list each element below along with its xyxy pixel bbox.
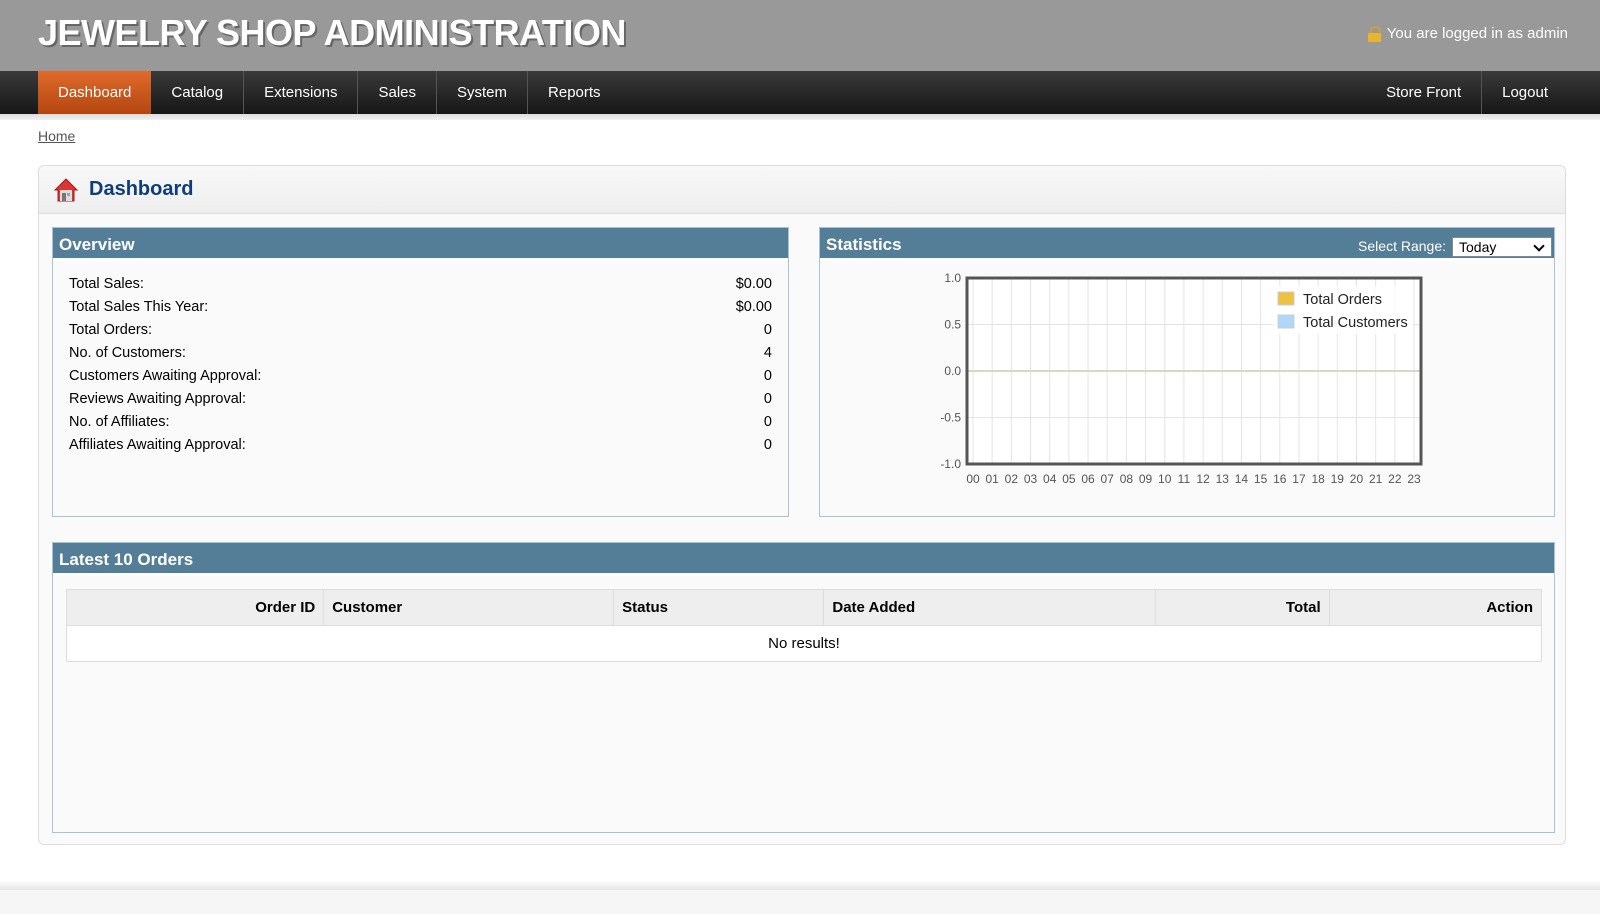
x-tick-label: 23 — [1407, 472, 1421, 486]
column-header[interactable]: Customer — [323, 589, 615, 626]
x-tick-label: 07 — [1101, 472, 1115, 486]
overview-label: Affiliates Awaiting Approval: — [69, 437, 246, 453]
x-tick-label: 08 — [1120, 472, 1134, 486]
overview-label: No. of Customers: — [69, 345, 186, 361]
overview-value: 0 — [763, 322, 772, 338]
nav-extensions[interactable]: Extensions — [244, 71, 359, 114]
nav-sales[interactable]: Sales — [358, 71, 437, 114]
x-tick-label: 17 — [1292, 472, 1306, 486]
overview-value: $0.00 — [735, 299, 772, 315]
x-tick-label: 03 — [1024, 472, 1038, 486]
nav-catalog[interactable]: Catalog — [151, 71, 245, 114]
x-tick-label: 13 — [1216, 472, 1230, 486]
app-title: JEWELRY SHOP ADMINISTRATION — [38, 12, 626, 53]
x-tick-label: 21 — [1369, 472, 1383, 486]
x-tick-label: 01 — [985, 472, 999, 486]
overview-row: Total Orders: 0 — [53, 319, 788, 342]
overview-label: Total Sales: — [69, 276, 144, 292]
overview-label: Customers Awaiting Approval: — [69, 368, 262, 384]
x-tick-label: 14 — [1235, 472, 1249, 486]
x-tick-label: 05 — [1062, 472, 1076, 486]
column-header[interactable]: Date Added — [823, 589, 1157, 626]
x-tick-label: 12 — [1196, 472, 1210, 486]
x-tick-label: 11 — [1178, 472, 1191, 486]
orders-title: Latest 10 Orders — [53, 543, 1554, 576]
statistics-panel: Statistics Select Range: Today 00 01 02 03 04… — [819, 227, 1555, 517]
main-nav: Dashboard Catalog Extensions Sales Syste… — [0, 71, 1600, 114]
x-tick-label: 22 — [1388, 472, 1402, 486]
nav-reports[interactable]: Reports — [528, 71, 621, 114]
overview-value: $0.00 — [735, 276, 772, 292]
overview-label: Reviews Awaiting Approval: — [69, 391, 247, 407]
legend: Total Orders Total Customers — [1273, 286, 1413, 334]
y-tick-label: -0.5 — [940, 411, 961, 425]
header: JEWELRY SHOP ADMINISTRATION You are logg… — [0, 0, 1600, 71]
nav-system[interactable]: System — [437, 71, 529, 114]
column-header[interactable]: Status — [613, 589, 825, 626]
x-tick-label: 00 — [966, 472, 980, 486]
no-results: No results! — [66, 625, 1542, 662]
nav-dashboard[interactable]: Dashboard — [38, 71, 152, 114]
lock-icon — [1367, 25, 1381, 42]
column-header[interactable]: Action — [1328, 589, 1543, 626]
x-tick-label: 09 — [1139, 472, 1153, 486]
overview-row: Customers Awaiting Approval: 0 — [53, 365, 788, 388]
legend-label: Total Customers — [1303, 315, 1408, 331]
dashboard-box: Dashboard Overview Total Sales: $0.00 Tota… — [38, 165, 1566, 845]
y-tick-label: 0.5 — [944, 318, 961, 332]
overview-row: Total Sales: $0.00 — [53, 273, 788, 296]
x-tick-label: 15 — [1254, 472, 1268, 486]
overview-panel: Overview Total Sales: $0.00 Total Sales Th… — [52, 227, 789, 517]
overview-row: Reviews Awaiting Approval: 0 — [53, 388, 788, 411]
statistics-chart: 00 01 02 03 04 05 06 07 08 09 10 11 12 13 14 15 16 17 18 19… — [940, 271, 1423, 486]
nav-store-front[interactable]: Store Front — [1366, 71, 1483, 114]
overview-value: 0 — [763, 391, 772, 407]
range-label: Select Range: — [1358, 238, 1446, 254]
login-text: You are logged in as admin — [1386, 25, 1568, 42]
column-header[interactable]: Total — [1155, 589, 1330, 626]
x-tick-label: 06 — [1081, 472, 1095, 486]
range-select[interactable]: Today — [1452, 236, 1552, 257]
legend-label: Total Orders — [1303, 292, 1382, 308]
overview-row: No. of Affiliates: 0 — [53, 411, 788, 434]
nav-logout[interactable]: Logout — [1482, 71, 1568, 114]
overview-row: No. of Customers: 4 — [53, 342, 788, 365]
breadcrumb-home[interactable]: Home — [38, 128, 75, 144]
home-icon — [53, 177, 79, 201]
column-header[interactable]: Order ID — [65, 589, 325, 626]
content: Home Dashboard Overview Total Sales: $0.0… — [0, 120, 1600, 880]
x-tick-label: 16 — [1273, 472, 1287, 486]
overview-value: 0 — [763, 437, 772, 453]
orders-panel: Latest 10 Orders Order ID Customer Status D… — [52, 542, 1555, 833]
overview-value: 0 — [763, 414, 772, 430]
x-tick-label: 19 — [1331, 472, 1345, 486]
overview-title: Overview — [53, 228, 788, 261]
legend-swatch — [1277, 314, 1295, 329]
overview-value: 4 — [763, 345, 772, 361]
x-tick-label: 10 — [1158, 472, 1172, 486]
y-tick-label: 0.0 — [944, 364, 961, 378]
orders-table: Order ID Customer Status Date Added Total Act… — [65, 589, 1543, 662]
overview-row: Total Sales This Year: $0.00 — [53, 296, 788, 319]
overview-label: Total Orders: — [69, 322, 152, 338]
overview-value: 0 — [763, 368, 772, 384]
x-tick-label: 04 — [1043, 472, 1057, 486]
legend-swatch — [1277, 291, 1295, 306]
x-tick-label: 20 — [1350, 472, 1364, 486]
overview-label: Total Sales This Year: — [69, 299, 209, 315]
y-tick-label: 1.0 — [944, 271, 961, 285]
overview-row: Affiliates Awaiting Approval: 0 — [53, 434, 788, 457]
page-title: Dashboard — [89, 178, 194, 200]
x-tick-label: 18 — [1311, 472, 1325, 486]
y-tick-label: -1.0 — [940, 457, 961, 471]
statistics-title: Statistics — [826, 235, 902, 254]
overview-label: No. of Affiliates: — [69, 414, 170, 430]
login-status: You are logged in as admin — [1367, 25, 1568, 42]
x-tick-label: 02 — [1005, 472, 1019, 486]
